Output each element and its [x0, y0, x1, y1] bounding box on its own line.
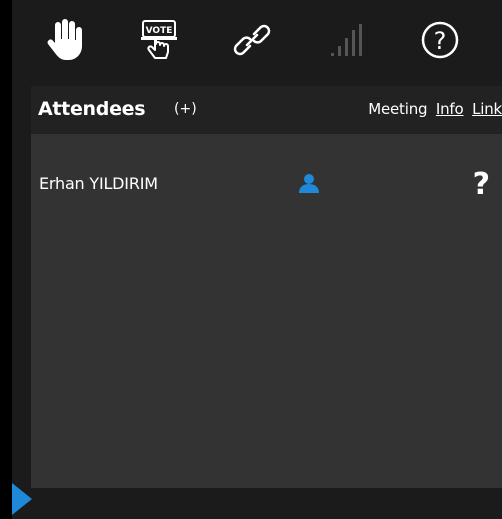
add-attendee-button[interactable]: (+) — [174, 101, 197, 117]
raise-hand-button[interactable] — [40, 12, 92, 68]
vote-button[interactable]: VOTE — [133, 12, 185, 68]
toolbar: VOTE ? — [12, 0, 502, 84]
signal-strength-indicator — [319, 12, 371, 68]
raise-hand-icon — [47, 19, 82, 60]
panel-footer — [12, 488, 502, 519]
link-icon — [233, 24, 271, 56]
attendee-list: Erhan YILDIRIM ? — [31, 134, 502, 488]
vote-icon: VOTE — [141, 20, 177, 59]
help-icon-label: ? — [434, 27, 447, 55]
attendee-row[interactable]: Erhan YILDIRIM ? — [31, 164, 502, 204]
attendee-status: ? — [472, 167, 490, 202]
meeting-label: Meeting — [368, 100, 428, 118]
attendees-title: Attendees — [38, 98, 146, 120]
meeting-link-link[interactable]: Link — [472, 100, 502, 118]
meeting-links: Meeting Info Link — [368, 100, 502, 118]
attendees-header: Attendees (+) Meeting Info Link — [31, 86, 502, 134]
attendees-panel: VOTE ? Attendees (+) Meeting Info Link E… — [12, 0, 502, 519]
user-icon — [298, 172, 320, 198]
collapse-handle[interactable] — [12, 483, 32, 515]
help-button[interactable]: ? — [414, 12, 466, 68]
attendee-name: Erhan YILDIRIM — [39, 174, 158, 193]
vote-icon-label: VOTE — [146, 26, 173, 36]
help-icon: ? — [421, 21, 459, 59]
signal-strength-icon — [331, 24, 362, 56]
link-button[interactable] — [226, 12, 278, 68]
meeting-info-link[interactable]: Info — [436, 100, 464, 118]
